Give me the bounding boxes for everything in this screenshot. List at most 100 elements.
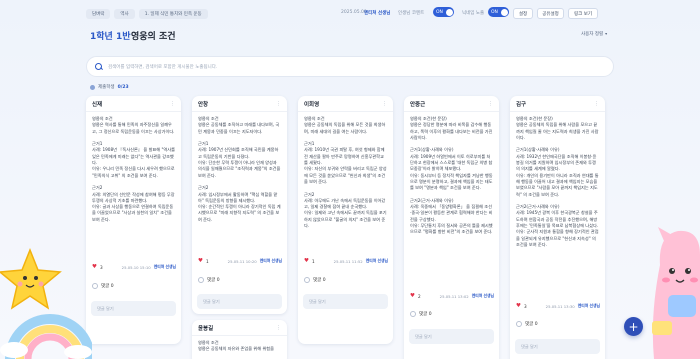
settings-button[interactable]: 설정	[513, 8, 533, 19]
comment-toggle[interactable]: 댓글 0	[92, 283, 114, 289]
comment-icon	[198, 277, 204, 283]
reply-input[interactable]: 댓글 달기	[409, 329, 494, 344]
class-name: 1학년 1반	[90, 32, 131, 42]
heart-icon[interactable]: ♥	[92, 264, 97, 270]
sort-dropdown[interactable]: 사용자 정렬 ▾	[581, 31, 607, 37]
sort-label: 사용자 정렬	[581, 32, 604, 37]
comment-toggle[interactable]: 댓글 0	[198, 277, 220, 283]
comment-icon	[304, 277, 310, 283]
comment-toggle[interactable]: 댓글 0	[516, 321, 538, 327]
card-footer: ♥ 2 25.05.11 13:02 엔티쳐 선생님	[410, 293, 494, 299]
author-name: 신재	[92, 101, 103, 108]
search-icon	[95, 62, 103, 71]
comment-icon	[516, 321, 522, 327]
toggle-knob	[445, 8, 453, 16]
breadcrumb-item[interactable]: 1. 일제 식민 통치와 민족 운동	[138, 9, 208, 19]
card-footer: ♥ 1 25.05.11 11:52 엔티쳐 선생님	[304, 258, 388, 264]
card-header: 이회영 ⋮	[298, 96, 393, 112]
count-value: 0/23	[117, 84, 129, 90]
card-footer: ♥ 3 25.05.11 13:30 엔티쳐 선생님	[516, 303, 600, 309]
card-header: 안창 ⋮	[192, 96, 287, 112]
teacher-comment-label: 인생님 코멘트	[398, 11, 425, 16]
card-footer: ♥ 3 25.05.10 15:10 엔티쳐 선생님	[92, 264, 176, 270]
post-content: 영웅의 조건 영웅은 공동체를 조직하고 미래를 내다보며, 국민 계몽과 민중…	[198, 116, 281, 222]
top-bar: 담벼락 역사 1. 일제 식민 통치와 민족 운동 2025.05.09 엔티쳐…	[0, 0, 700, 26]
more-icon[interactable]: ⋮	[276, 101, 281, 107]
pink-mascot-decoration	[652, 227, 700, 359]
count-label: 제출학생	[98, 85, 115, 90]
add-post-button[interactable]: +	[624, 317, 643, 336]
post-content: 영웅의 조건 영웅은 공동체의 자유와 존엄을 위해 위험을	[198, 340, 275, 352]
post-card[interactable]: 김구 ⋮ 영웅의 조건(한 문장) 영웅은 공동체의 독립을 위해 사람을 모으…	[510, 96, 605, 359]
author-name: 안창	[198, 101, 209, 108]
toggle-state: ON	[491, 9, 498, 15]
comment-toggle[interactable]: 댓글 0	[410, 311, 432, 317]
heart-icon[interactable]: ♥	[516, 303, 521, 309]
heart-icon[interactable]: ♥	[198, 258, 203, 264]
teacher-tag: 엔티쳐 선생님	[577, 303, 600, 308]
post-card[interactable]: 이회영 ⋮ 영웅의 조건 영웅은 공동체의 독립을 위해 모든 것을 희생하며,…	[298, 96, 393, 344]
share-settings-button[interactable]: 공유설정	[537, 8, 564, 19]
search-input[interactable]: 검색어를 입력하면, 검색어로 포함한 게시물만 노출됩니다.	[86, 56, 614, 77]
comment-count: 댓글 0	[207, 278, 220, 283]
author-name: 윤봉길	[198, 325, 214, 332]
heart-icon[interactable]: ♥	[304, 258, 309, 264]
post-content: 영웅의 조건 영웅은 공동체의 독립을 위해 모든 것을 희생하며, 미래 세대…	[304, 116, 387, 229]
author-name: 안중근	[410, 101, 426, 108]
post-date: 25.05.11 11:52	[333, 258, 363, 264]
more-icon[interactable]: ⋮	[170, 101, 175, 107]
like-count: 1	[205, 258, 209, 264]
post-card[interactable]: 윤봉길 ⋮ 영웅의 조건 영웅은 공동체의 자유와 존엄을 위해 위험을	[192, 320, 287, 359]
teacher-tag: 엔티쳐 선생님	[471, 293, 494, 298]
teacher-tag: 엔티쳐 선생님	[259, 258, 282, 263]
post-content: 영웅의 조건(한 문장) 영웅은 정당한 명분에 따라 비폭을 감수해 행동하고…	[410, 116, 493, 235]
teacher-tag: 엔티쳐 선생님	[153, 264, 176, 269]
post-card[interactable]: 신재 ⋮ 영웅의 조건 영웅은 역사를 통해 민족의 자주정신을 일깨우고, 그…	[86, 96, 181, 344]
nickname-toggle[interactable]: ON	[488, 7, 509, 17]
breadcrumb: 담벼락 역사 1. 일제 식민 통치와 민족 운동	[86, 9, 208, 19]
toggle-state: ON	[436, 9, 443, 15]
card-header: 안중근 ⋮	[404, 96, 499, 112]
plus-icon: +	[628, 319, 639, 334]
post-date: 25.05.11 10:20	[227, 258, 257, 264]
post-date: 25.05.11 13:30	[545, 303, 575, 309]
card-footer: ♥ 1 25.05.11 10:20 엔티쳐 선생님	[198, 258, 282, 264]
nickname-label: 닉네임 노출	[462, 11, 485, 16]
author-name: 이회영	[304, 101, 320, 108]
post-date: 25.05.10 15:10	[121, 264, 151, 270]
teacher-comment-toggle[interactable]: ON	[433, 7, 454, 17]
post-card[interactable]: 안창 ⋮ 영웅의 조건 영웅은 공동체를 조직하고 미래를 내다보며, 국민 계…	[192, 96, 287, 314]
breadcrumb-item[interactable]: 담벼락	[86, 9, 111, 19]
more-icon[interactable]: ⋮	[488, 101, 493, 107]
post-content: 영웅의 조건(한 문장) 영웅은 공동체의 독립을 위해 사람을 모으고 끝까지…	[516, 116, 599, 247]
search-placeholder: 검색어를 입력하면, 검색어로 포함한 게시물만 노출됩니다.	[108, 64, 218, 70]
author-name: 김구	[516, 101, 527, 108]
person-icon	[90, 84, 95, 90]
post-card[interactable]: 안중근 ⋮ 영웅의 조건(한 문장) 영웅은 정당한 명분에 따라 비폭을 감수…	[404, 96, 499, 359]
post-date: 25.05.11 13:02	[439, 293, 469, 299]
card-header: 윤봉길 ⋮	[192, 320, 287, 336]
toggle-knob	[500, 8, 508, 16]
board-teacher: 엔티쳐 선생님	[364, 11, 391, 16]
reply-input[interactable]: 댓글 달기	[91, 301, 176, 316]
breadcrumb-item[interactable]: 역사	[114, 9, 135, 19]
reply-input[interactable]: 댓글 달기	[197, 294, 282, 309]
comment-toggle[interactable]: 댓글 0	[304, 277, 326, 283]
teacher-tag: 엔티쳐 선생님	[365, 258, 388, 263]
board-date: 2025.05.09	[341, 10, 367, 15]
chevron-down-icon: ▾	[605, 31, 608, 36]
more-icon[interactable]: ⋮	[276, 325, 281, 331]
more-icon[interactable]: ⋮	[594, 101, 599, 107]
comment-count: 댓글 0	[419, 312, 432, 317]
reply-input[interactable]: 댓글 달기	[515, 339, 600, 354]
reply-input[interactable]: 댓글 달기	[303, 294, 388, 309]
card-header: 김구 ⋮	[510, 96, 605, 112]
heart-icon[interactable]: ♥	[410, 293, 415, 299]
comment-count: 댓글 0	[525, 322, 538, 327]
more-icon[interactable]: ⋮	[382, 101, 387, 107]
like-count: 3	[99, 264, 103, 270]
like-count: 2	[417, 293, 421, 299]
link-view-button[interactable]: 링크 보기	[568, 8, 598, 19]
card-header: 신재 ⋮	[86, 96, 181, 112]
comment-icon	[410, 311, 416, 317]
